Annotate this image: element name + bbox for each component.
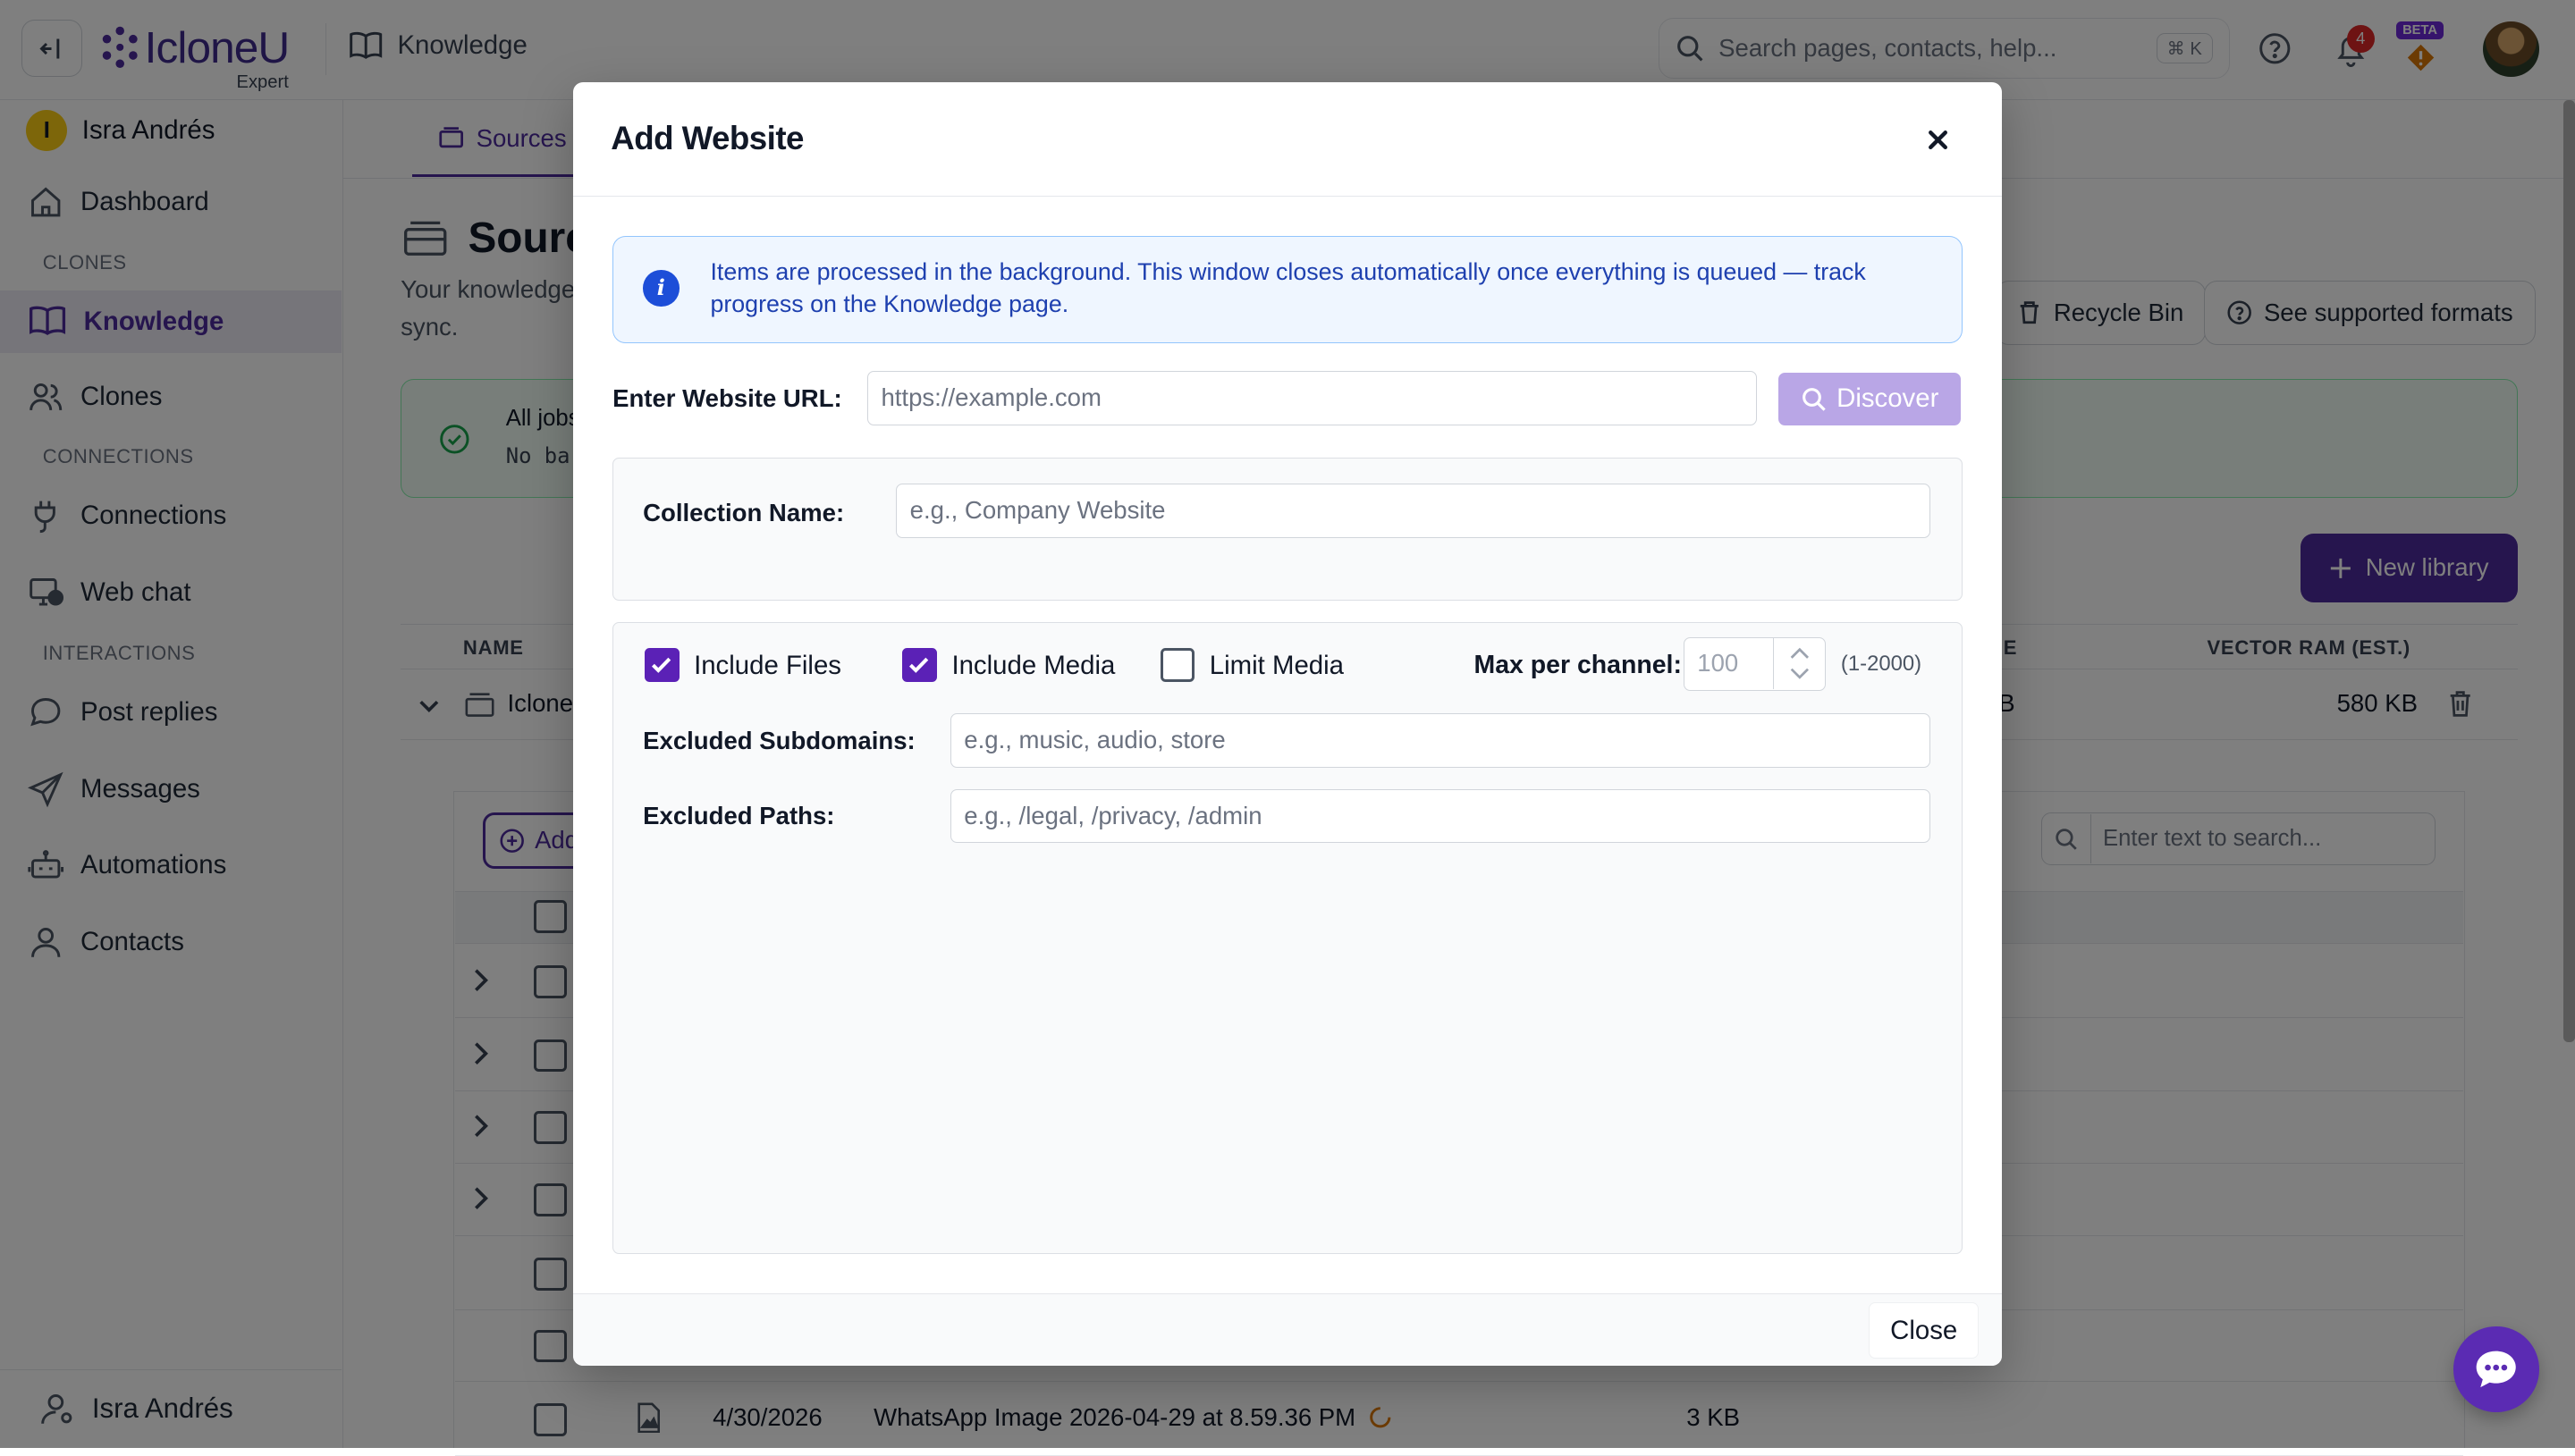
url-label: Enter Website URL: [612, 384, 842, 413]
excluded-paths-input[interactable] [950, 789, 1931, 844]
info-icon: i [643, 270, 679, 306]
collection-panel: Collection Name: [612, 458, 1963, 601]
website-url-input[interactable] [867, 371, 1757, 425]
checkmark-icon [905, 651, 933, 678]
search-icon [1801, 386, 1827, 412]
chat-widget-button[interactable] [2453, 1326, 2539, 1412]
close-button[interactable]: Close [1869, 1302, 1979, 1358]
excluded-subdomains-label: Excluded Subdomains: [643, 727, 916, 755]
button-label: Discover [1836, 383, 1938, 414]
chat-bubble-icon [2473, 1348, 2519, 1391]
include-files-label[interactable]: Include Files [694, 651, 841, 681]
max-per-channel-value: 100 [1697, 649, 1738, 678]
add-website-dialog: Add Website i Items are processed in the… [573, 82, 2002, 1366]
chevron-up-icon[interactable] [1788, 646, 1811, 661]
dialog-header: Add Website [573, 82, 2002, 198]
crawl-options-panel: Include Files Include Media Limit Media … [612, 622, 1963, 1254]
info-banner: i Items are processed in the background.… [612, 236, 1963, 342]
excluded-subdomains-input[interactable] [950, 713, 1931, 768]
dialog-footer: Close [573, 1293, 2002, 1366]
limit-media-label[interactable]: Limit Media [1210, 651, 1344, 681]
dialog-title: Add Website [611, 120, 804, 157]
max-per-channel-label: Max per channel: [1474, 651, 1682, 680]
include-files-checkbox[interactable] [645, 648, 680, 683]
limit-media-checkbox[interactable] [1161, 648, 1195, 683]
chevron-down-icon[interactable] [1788, 666, 1811, 681]
scrollbar[interactable] [2563, 100, 2575, 1042]
max-per-channel-stepper[interactable]: 100 [1684, 637, 1827, 692]
discover-button[interactable]: Discover [1778, 373, 1961, 425]
collection-name-label: Collection Name: [643, 499, 844, 527]
stepper-arrows[interactable] [1773, 638, 1826, 689]
info-text: Items are processed in the background. T… [710, 256, 1942, 321]
excluded-paths-label: Excluded Paths: [643, 802, 834, 830]
collection-name-input[interactable] [896, 484, 1930, 538]
close-icon [1923, 125, 1953, 155]
close-dialog-button[interactable] [1923, 125, 1953, 155]
include-media-label[interactable]: Include Media [951, 651, 1115, 681]
checkmark-icon [647, 651, 675, 678]
max-range-hint: (1-2000) [1841, 652, 1921, 677]
include-media-checkbox[interactable] [902, 648, 937, 683]
